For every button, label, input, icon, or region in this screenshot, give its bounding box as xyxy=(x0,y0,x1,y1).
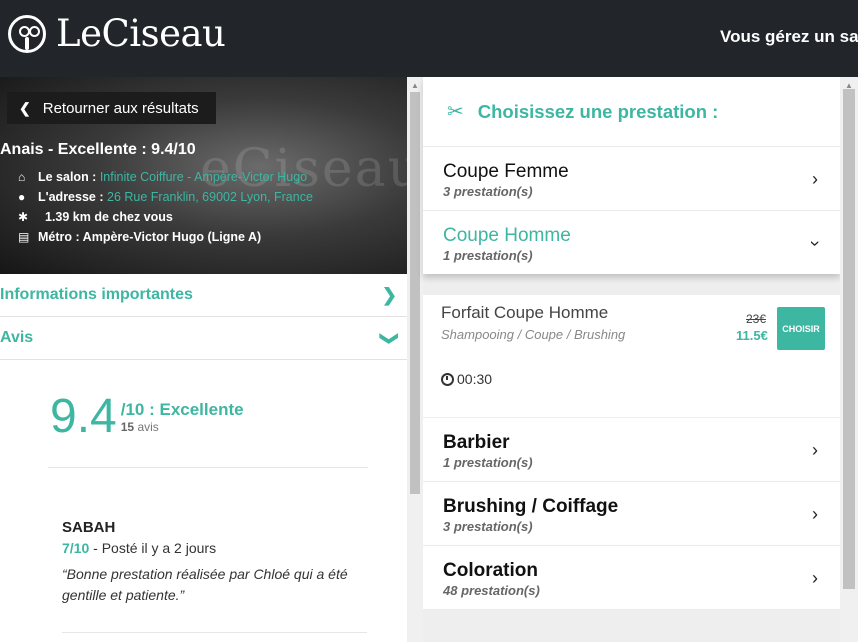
new-price: 11.5€ xyxy=(736,328,768,343)
address-label: L'adresse : xyxy=(38,190,104,204)
category-count: 48 prestation(s) xyxy=(443,583,540,598)
address-value[interactable]: 26 Rue Franklin, 69002 Lyon, France xyxy=(107,190,313,204)
important-info-label: Informations importantes xyxy=(0,286,193,303)
scrollbar-thumb[interactable] xyxy=(410,92,420,494)
review-score: 7/10 xyxy=(62,540,90,556)
choose-service-button[interactable]: CHOISIR xyxy=(777,307,825,350)
pro-salon-link[interactable]: Vous gérez un salo xyxy=(720,27,858,47)
chevron-left-icon: ❮ xyxy=(19,99,31,116)
service-item: Forfait Coupe Homme Shampooing / Coupe /… xyxy=(423,295,840,417)
scroll-up-icon[interactable]: ▲ xyxy=(411,81,419,90)
back-button-label: Retourner aux résultats xyxy=(42,99,199,117)
category-name: Barbier xyxy=(443,432,510,453)
left-panel: Informations importantes ❯ Avis ❯ 9.4 /1… xyxy=(0,274,407,642)
category-coupe-femme[interactable]: Coupe Femme 3 prestation(s) › xyxy=(423,147,840,211)
reviews-accordion[interactable]: Avis ❯ xyxy=(0,317,407,360)
rating-score: 9.4 xyxy=(50,390,117,443)
rating-summary: 9.4 /10 : Excellente 15 avis xyxy=(50,392,244,442)
category-count: 3 prestation(s) xyxy=(443,519,533,534)
logo[interactable]: LeCiseau xyxy=(8,12,226,55)
category-coloration[interactable]: Coloration 48 prestation(s) › xyxy=(423,546,840,610)
scissors-icon: ✂ xyxy=(447,101,464,123)
review-text: “Bonne prestation réalisée par Chloé qui… xyxy=(62,566,348,603)
brand-name: LeCiseau xyxy=(56,12,226,55)
chevron-right-icon: › xyxy=(812,169,818,189)
category-name: Coupe Femme xyxy=(443,161,569,182)
clock-icon xyxy=(441,372,454,386)
distance-text: 1.39 km de chez vous xyxy=(45,210,173,224)
category-count: 1 prestation(s) xyxy=(443,455,533,470)
category-name: Coupe Homme xyxy=(443,225,571,246)
scissors-logo-icon xyxy=(8,14,46,53)
left-scrollbar[interactable]: ▲ xyxy=(407,77,423,642)
bus-icon: ▤ xyxy=(18,230,30,244)
rating-label: /10 : Excellente xyxy=(120,400,244,419)
top-navbar: LeCiseau Vous gérez un salo xyxy=(0,0,858,77)
duration-value: 00:30 xyxy=(457,371,493,387)
category-brushing[interactable]: Brushing / Coiffage 3 prestation(s) › xyxy=(423,482,840,546)
walking-icon: ✱ xyxy=(18,210,29,224)
old-price: 23€ xyxy=(746,312,767,326)
divider xyxy=(62,632,367,633)
review-count: 15 avis xyxy=(120,420,159,434)
chevron-down-icon: ❯ xyxy=(379,330,400,346)
important-info-accordion[interactable]: Informations importantes ❯ xyxy=(0,274,407,317)
category-count: 1 prestation(s) xyxy=(443,248,533,263)
category-count: 3 prestation(s) xyxy=(443,184,533,199)
map-pin-icon: ● xyxy=(18,190,26,204)
category-name: Brushing / Coiffage xyxy=(443,496,619,517)
back-to-results-button[interactable]: ❮ Retourner aux résultats xyxy=(7,92,216,124)
chevron-down-icon: › xyxy=(805,240,826,247)
review-item: SABAH 7/10 - Posté il y a 2 jours “Bonne… xyxy=(62,519,372,606)
scrollbar-thumb[interactable] xyxy=(843,89,855,589)
service-description: Shampooing / Coupe / Brushing xyxy=(441,327,626,342)
salon-label: Le salon : xyxy=(38,170,97,184)
services-title: Choisissez une prestation : xyxy=(477,100,719,122)
chevron-right-icon: › xyxy=(812,504,818,524)
reviews-label: Avis xyxy=(0,329,34,346)
divider xyxy=(48,467,368,468)
category-list: Barbier 1 prestation(s) › Brushing / Coi… xyxy=(423,418,840,610)
services-panel: ✂ Choisissez une prestation : Coupe Femm… xyxy=(423,77,840,642)
category-name: Coloration xyxy=(443,560,538,581)
right-scrollbar[interactable]: ▲ xyxy=(840,77,858,642)
category-coupe-homme[interactable]: Coupe Homme 1 prestation(s) › xyxy=(423,211,840,275)
category-barbier[interactable]: Barbier 1 prestation(s) › xyxy=(423,418,840,482)
chevron-right-icon: › xyxy=(812,440,818,460)
service-name: Forfait Coupe Homme xyxy=(441,303,609,322)
salon-hero: eCiseau ❮ Retourner aux résultats Anais … xyxy=(0,77,407,274)
salon-name-link[interactable]: Infinite Coiffure - Ampère-Victor Hugo xyxy=(100,170,307,184)
chevron-right-icon: › xyxy=(812,568,818,588)
chevron-right-icon: ❯ xyxy=(381,284,397,305)
review-meta: 7/10 - Posté il y a 2 jours xyxy=(62,540,372,556)
service-duration: 00:30 xyxy=(441,371,492,387)
salon-info: ⌂ Le salon : Infinite Coiffure - Ampère-… xyxy=(18,167,313,247)
home-icon: ⌂ xyxy=(18,170,26,184)
metro-text: Métro : Ampère-Victor Hugo (Ligne A) xyxy=(38,230,262,244)
salon-title: Anais - Excellente : 9.4/10 xyxy=(0,141,196,158)
services-header: ✂ Choisissez une prestation : xyxy=(423,77,840,147)
services-card: ✂ Choisissez une prestation : Coupe Femm… xyxy=(423,77,840,274)
review-date: - Posté il y a 2 jours xyxy=(89,540,217,556)
review-author: SABAH xyxy=(62,519,116,536)
